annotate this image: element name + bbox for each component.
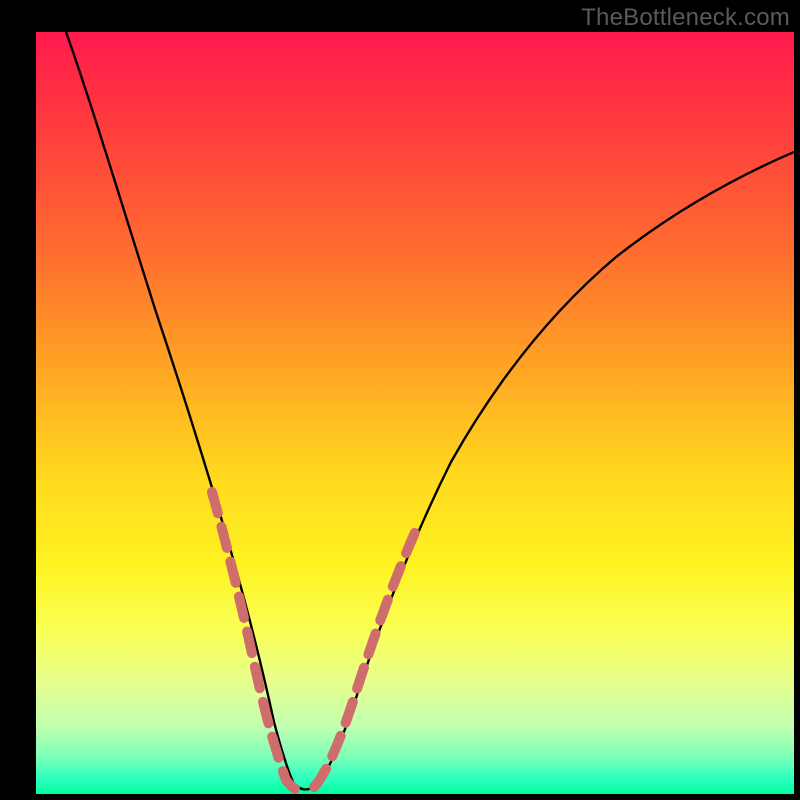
watermark-text: TheBottleneck.com xyxy=(581,4,790,32)
right-dash-segment xyxy=(314,530,416,787)
bottleneck-curve xyxy=(36,32,794,794)
left-dash-segment xyxy=(212,492,304,791)
chart-frame: TheBottleneck.com xyxy=(0,0,800,800)
plot-area xyxy=(36,32,794,794)
curve-path xyxy=(66,32,794,789)
